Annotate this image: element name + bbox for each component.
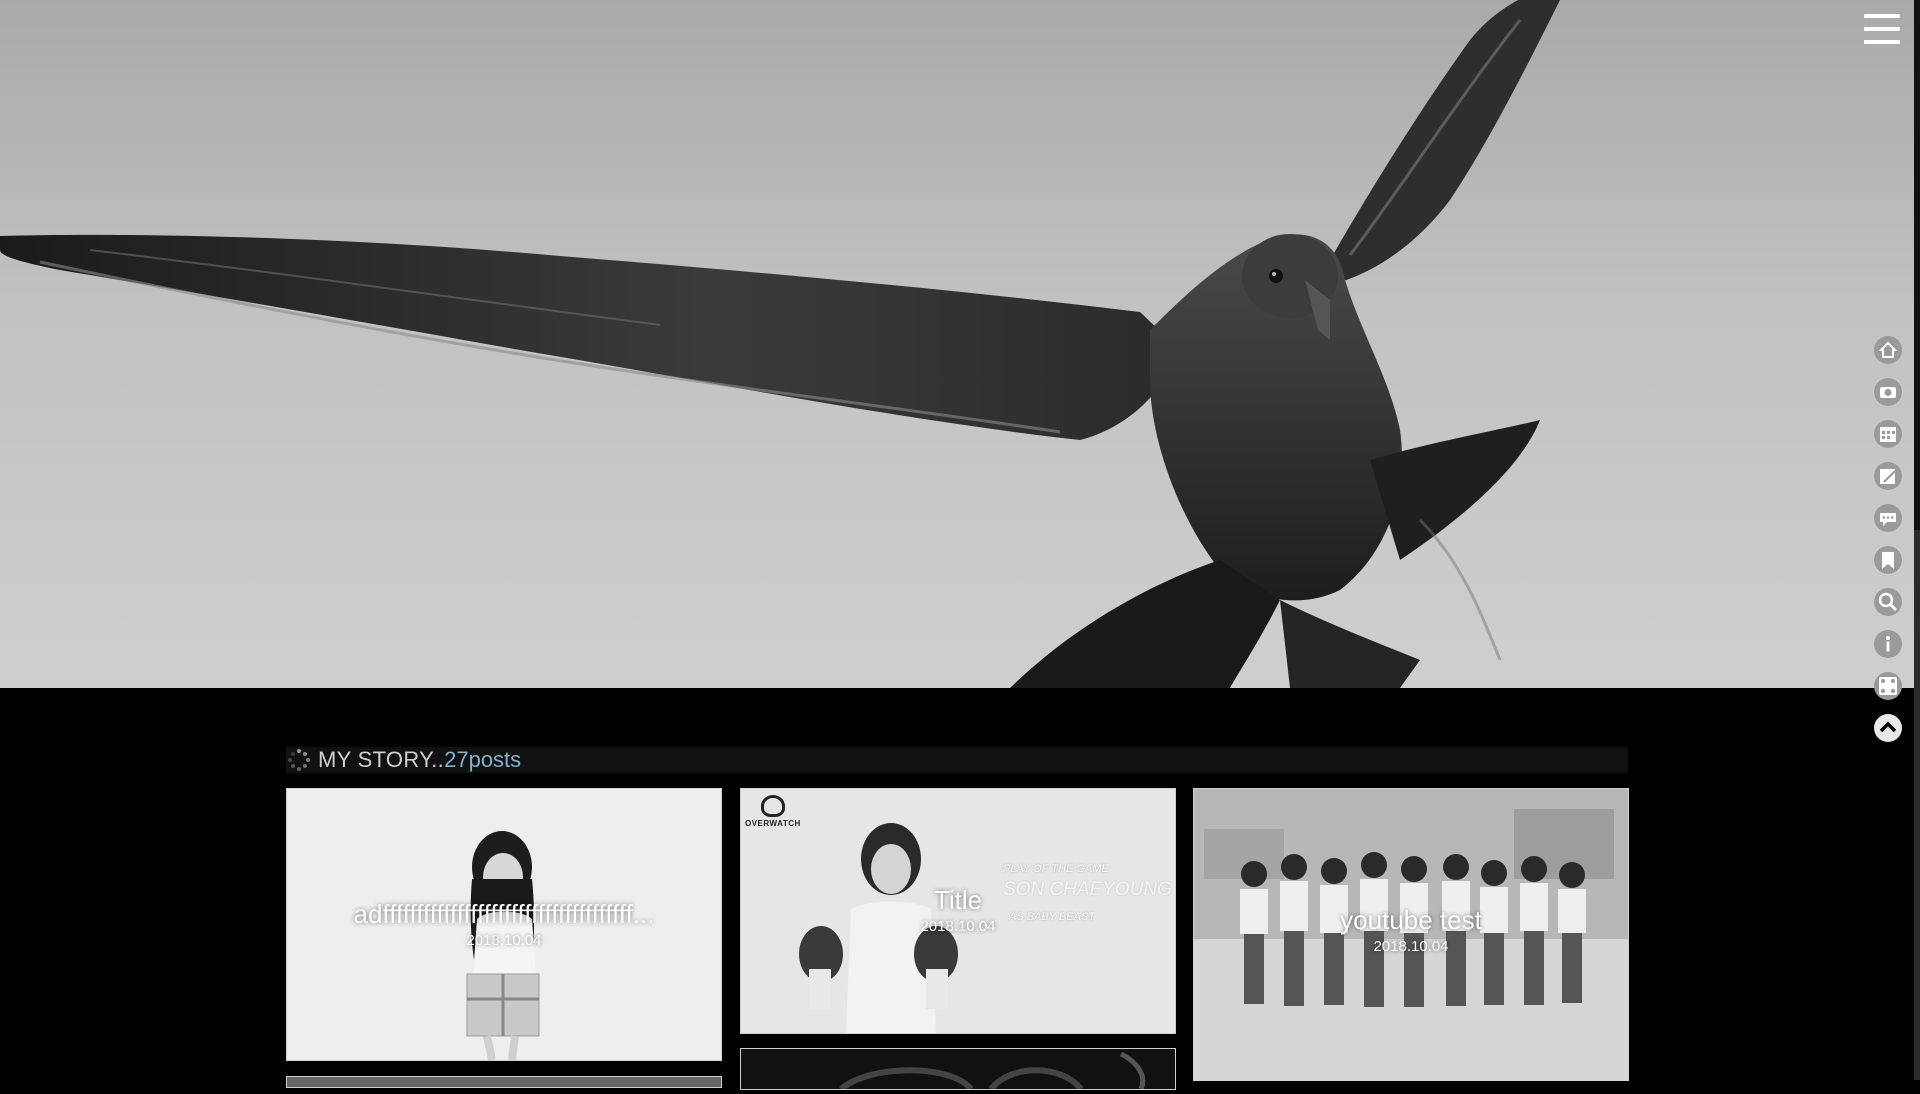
promo-line: PLAY OF THE GAME [1003, 863, 1109, 875]
hero-banner [0, 0, 1920, 688]
note-edit-icon[interactable] [1872, 460, 1904, 492]
loading-icon [288, 749, 310, 771]
calendar-icon[interactable] [1872, 418, 1904, 450]
hamburger-line [1864, 40, 1900, 44]
seagull-image [0, 0, 1560, 688]
camera-icon[interactable] [1872, 376, 1904, 408]
post-title: Title [933, 885, 983, 915]
hamburger-icon[interactable] [1864, 14, 1900, 44]
home-icon[interactable] [1872, 334, 1904, 366]
search-icon[interactable] [1872, 586, 1904, 618]
bookmark-icon[interactable] [1872, 544, 1904, 576]
post-count[interactable]: 27posts [444, 747, 521, 773]
post-card[interactable]: youtube test 2018.10.04 [1193, 788, 1629, 1081]
post-date: 2018.10.04 [920, 918, 996, 935]
dice-icon[interactable] [1872, 670, 1904, 702]
hamburger-line [1864, 27, 1900, 31]
post-card[interactable]: adfffffffffffffffffffffffffffffffffffff.… [286, 788, 722, 1061]
info-icon[interactable] [1872, 628, 1904, 660]
hamburger-line [1864, 14, 1900, 18]
post-card[interactable]: OVERWATCH PLAY OF THE GAME SON CHAEYOUNG… [740, 788, 1176, 1034]
post-caption: youtube test 2018.10.04 [1194, 905, 1628, 955]
post-card[interactable] [286, 1076, 722, 1088]
scrollbar[interactable] [1914, 0, 1920, 1080]
chevron-up-icon[interactable] [1872, 712, 1904, 744]
post-caption: Title 2018.10.04 [741, 885, 1175, 935]
section-header: MY STORY.. 27posts [286, 747, 1628, 773]
section-title: MY STORY.. [318, 747, 445, 772]
post-date: 2018.10.04 [466, 932, 542, 949]
scrollbar-thumb[interactable] [1914, 0, 1920, 530]
post-date: 2018.10.04 [1373, 938, 1449, 955]
post-thumbnail [839, 1051, 1146, 1092]
speech-bubble-icon[interactable] [1872, 502, 1904, 534]
post-title: youtube test [1340, 905, 1482, 935]
post-title: adfffffffffffffffffffffffffffffffffffff.… [353, 899, 655, 929]
post-caption: adfffffffffffffffffffffffffffffffffffff.… [287, 899, 721, 949]
side-nav [1872, 334, 1906, 754]
post-card[interactable] [740, 1048, 1176, 1092]
overwatch-logo: OVERWATCH [745, 795, 801, 828]
